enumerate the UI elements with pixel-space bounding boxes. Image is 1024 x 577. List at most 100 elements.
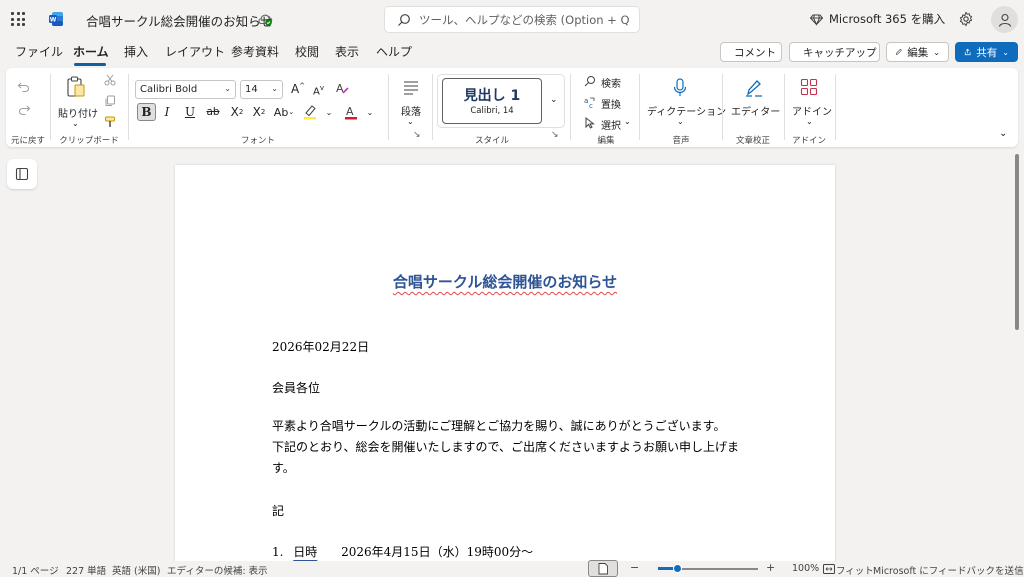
paste-button-label[interactable]: 貼り付け — [58, 105, 98, 120]
strikethrough-button[interactable]: ab — [205, 103, 221, 121]
font-name-select[interactable]: Calibri Bold ⌄ — [135, 80, 236, 99]
format-painter-icon[interactable] — [104, 116, 116, 128]
zoom-in-button[interactable]: + — [766, 561, 775, 574]
print-layout-view-button[interactable] — [588, 560, 618, 577]
bold-button[interactable]: B — [137, 103, 156, 121]
scrollbar-thumb[interactable] — [1015, 154, 1019, 330]
svg-text:A: A — [336, 82, 344, 95]
app-launcher-icon[interactable] — [11, 12, 25, 26]
microphone-icon[interactable] — [672, 78, 688, 98]
change-case-button[interactable]: Ab ⌄ — [273, 103, 295, 121]
find-icon[interactable] — [584, 75, 596, 87]
tab-file[interactable]: ファイル — [15, 43, 63, 60]
replace-icon[interactable]: ac — [584, 96, 596, 108]
font-size-select[interactable]: 14 ⌄ — [240, 80, 283, 99]
settings-gear-icon[interactable] — [958, 11, 974, 27]
document-addressee[interactable]: 会員各位 — [272, 379, 320, 396]
select-chevron-down-icon[interactable]: ⌄ — [624, 117, 631, 126]
language-status[interactable]: 英語 (米国) — [112, 563, 160, 577]
highlighter-icon[interactable] — [303, 104, 317, 120]
share-button[interactable]: 共有 ⌄ — [955, 42, 1018, 62]
document-date[interactable]: 2026年02月22日 — [272, 338, 369, 355]
navigation-pane-button[interactable] — [7, 159, 37, 189]
paragraph-button-label[interactable]: 段落 — [401, 103, 421, 118]
tab-insert[interactable]: 挿入 — [124, 43, 148, 60]
shrink-font-icon[interactable]: Av — [313, 84, 324, 97]
tab-review[interactable]: 校閲 — [295, 43, 319, 60]
ribbon-expand-chevron-down-icon[interactable]: ⌄ — [999, 128, 1007, 139]
document-title[interactable]: 合唱サークル総会開催のお知らせ — [86, 11, 273, 30]
editor-suggestions-status[interactable]: エディターの候補: 表示 — [167, 563, 268, 577]
paragraph-chevron-down-icon[interactable]: ⌄ — [407, 117, 414, 126]
font-color-icon[interactable]: A — [344, 104, 358, 120]
ribbon-separator — [432, 74, 433, 140]
document-heading[interactable]: 合唱サークル総会開催のお知らせ — [175, 271, 835, 292]
zoom-level[interactable]: 100% — [792, 563, 819, 574]
search-box[interactable] — [384, 6, 640, 33]
vertical-scrollbar[interactable] — [1014, 150, 1020, 555]
addins-button-label[interactable]: アドイン — [792, 103, 832, 118]
navigation-pane-icon — [15, 167, 29, 181]
superscript-button[interactable]: X2 — [251, 103, 267, 121]
undo-icon[interactable] — [17, 80, 31, 94]
list-item-label: 日時 — [293, 545, 318, 559]
clipboard-group-label: クリップボード — [59, 136, 119, 146]
clear-formatting-icon[interactable]: A — [335, 81, 349, 95]
fit-button[interactable]: フィット — [836, 563, 874, 577]
grow-font-icon[interactable]: A^ — [291, 82, 305, 96]
ribbon-separator — [128, 74, 129, 140]
highlight-chevron-down-icon[interactable]: ⌄ — [324, 103, 334, 121]
addins-chevron-down-icon[interactable]: ⌄ — [806, 117, 813, 126]
tab-home[interactable]: ホーム — [73, 43, 109, 60]
paragraph-icon[interactable] — [402, 80, 420, 96]
pencil-icon — [895, 48, 902, 55]
buy-m365-button[interactable]: Microsoft 365 を購入 — [810, 11, 945, 27]
saved-to-cloud-icon[interactable] — [257, 11, 273, 27]
document-ki[interactable]: 記 — [272, 502, 284, 519]
list-item[interactable]: 1. 日時 2026年4月15日（水）19時00分～ — [272, 543, 533, 560]
tab-view[interactable]: 表示 — [335, 43, 359, 60]
chevron-down-icon: ⌄ — [271, 84, 278, 93]
select-button-label[interactable]: 選択 — [601, 117, 621, 132]
replace-button-label[interactable]: 置換 — [601, 96, 621, 111]
underline-button[interactable]: U — [183, 103, 197, 121]
subscript-button[interactable]: X2 — [229, 103, 245, 121]
word-logo-icon[interactable]: W — [48, 11, 64, 27]
copy-icon[interactable] — [104, 95, 116, 107]
addins-grid-icon[interactable] — [800, 78, 818, 96]
paste-icon[interactable] — [66, 76, 86, 98]
select-cursor-icon[interactable] — [584, 117, 596, 129]
document-body[interactable]: 平素より合唱サークルの活動にご理解とご協力を賜り、誠にありがとうございます。 下… — [272, 416, 742, 479]
zoom-slider-thumb[interactable] — [673, 564, 682, 573]
comments-label: コメント — [734, 46, 776, 59]
word-count[interactable]: 227 単語 — [66, 563, 106, 577]
page-count[interactable]: 1/1 ページ — [12, 563, 59, 577]
cut-icon[interactable] — [104, 74, 116, 86]
undo-group-label: 元に戻す — [10, 136, 46, 146]
style-heading1[interactable]: 見出し 1 Calibri, 14 — [442, 78, 542, 124]
zoom-out-button[interactable]: − — [630, 561, 639, 574]
italic-button[interactable]: I — [160, 103, 174, 121]
tab-layout[interactable]: レイアウト — [165, 43, 225, 60]
proofing-group-label: 文章校正 — [735, 136, 771, 146]
catchup-button[interactable]: キャッチアップ — [789, 42, 880, 62]
tab-help[interactable]: ヘルプ — [376, 43, 412, 60]
user-avatar[interactable] — [991, 6, 1018, 33]
styles-gallery-chevron-down-icon[interactable]: ⌄ — [550, 95, 558, 105]
styles-dialog-launcher-icon[interactable]: ↘ — [551, 130, 559, 140]
tab-references[interactable]: 参考資料 — [231, 43, 279, 60]
editing-mode-button[interactable]: 編集 ⌄ — [886, 42, 949, 62]
paste-chevron-down-icon[interactable]: ⌄ — [72, 119, 79, 128]
paragraph-dialog-launcher-icon[interactable]: ↘ — [413, 130, 421, 140]
editor-button-label[interactable]: エディター — [731, 103, 780, 118]
find-button-label[interactable]: 検索 — [601, 75, 621, 90]
dictation-button-label[interactable]: ディクテーション — [647, 103, 726, 118]
document-page[interactable]: 合唱サークル総会開催のお知らせ 2026年02月22日 会員各位 平素より合唱サ… — [175, 165, 835, 565]
font-color-chevron-down-icon[interactable]: ⌄ — [365, 103, 375, 121]
editor-pen-icon[interactable] — [744, 78, 764, 98]
redo-icon[interactable] — [17, 103, 31, 117]
feedback-link[interactable]: Microsoft にフィードバックを送信 — [873, 563, 1024, 577]
search-input[interactable] — [419, 12, 629, 27]
dictation-chevron-down-icon[interactable]: ⌄ — [677, 117, 684, 126]
comments-button[interactable]: コメント — [720, 42, 782, 62]
